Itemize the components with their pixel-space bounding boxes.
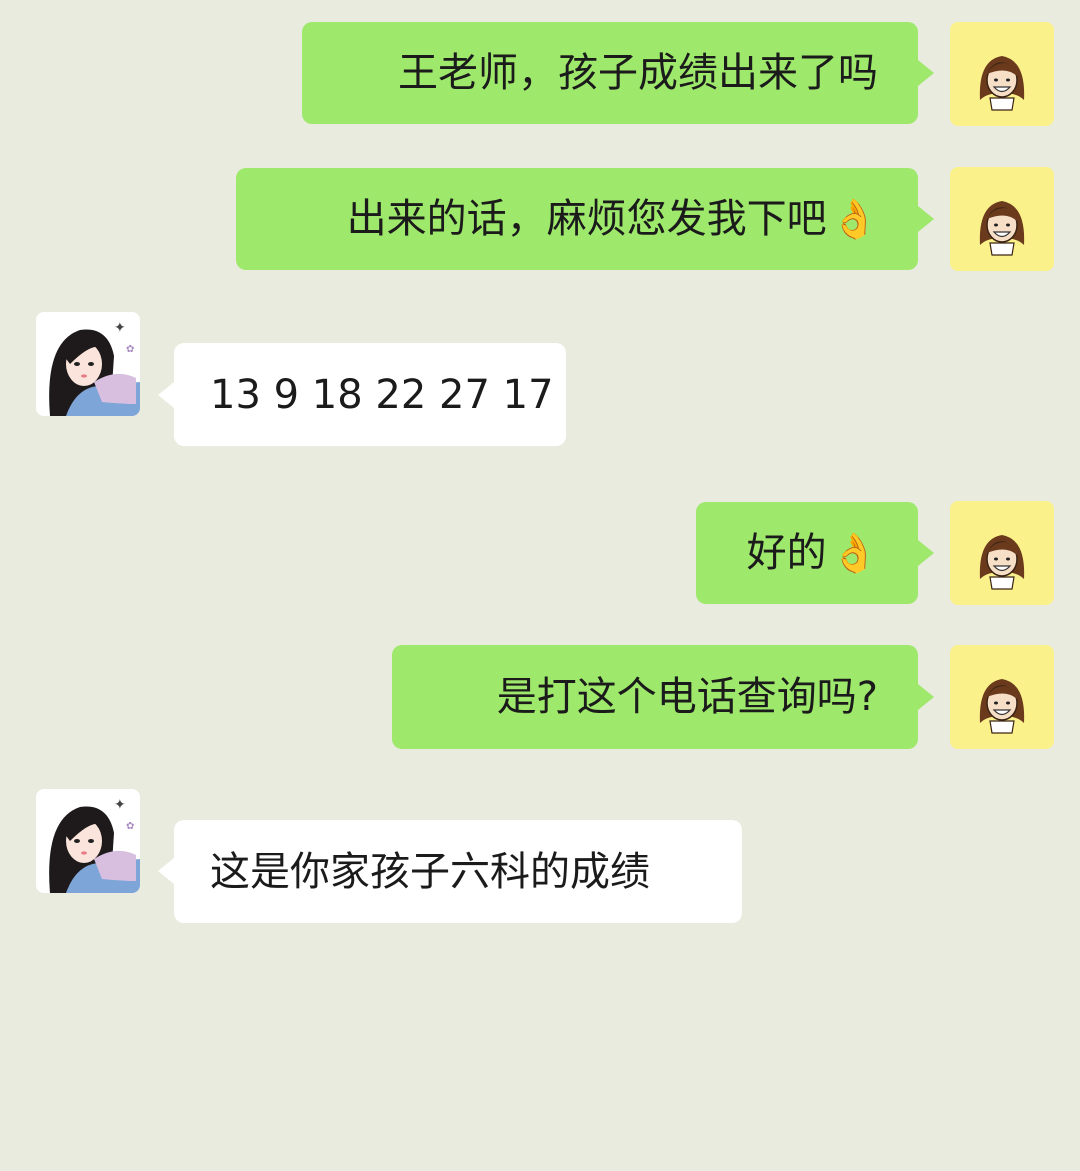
bubble-tail [158, 382, 174, 408]
svg-text:✦: ✦ [114, 797, 126, 813]
message-text: 好的 [746, 530, 827, 576]
bubble-tail [918, 206, 934, 232]
ok-hand-icon: 👌 [830, 197, 878, 241]
teacher-avatar[interactable]: ✦ ✿ [36, 312, 140, 416]
girl-avatar-icon [979, 56, 1025, 111]
ok-hand-icon: 👌 [830, 531, 878, 575]
svg-text:✦: ✦ [114, 320, 126, 336]
bubble-tail [918, 60, 934, 86]
my-avatar[interactable] [950, 645, 1054, 749]
message-text: 这是你家孩子六科的成绩 [210, 848, 650, 895]
message-bubble[interactable]: 王老师，孩子成绩出来了吗 [302, 22, 918, 124]
girl-avatar-icon [979, 535, 1025, 590]
message-bubble[interactable]: 13 9 18 22 27 17 [174, 343, 566, 446]
message-text: 13 9 18 22 27 17 [210, 371, 554, 418]
bubble-tail [918, 684, 934, 710]
teacher-avatar[interactable]: ✦ ✿ [36, 789, 140, 893]
bubble-tail [918, 540, 934, 566]
my-avatar[interactable] [950, 501, 1054, 605]
chat-area: 王老师，孩子成绩出来了吗 出来的话，麻烦您发我下吧 👌 ✦ ✿ 13 9 18 … [0, 0, 1080, 1171]
bubble-tail [158, 858, 174, 884]
girl-avatar-icon [979, 679, 1025, 734]
message-bubble[interactable]: 是打这个电话查询吗? [392, 645, 918, 749]
svg-text:✿: ✿ [126, 344, 134, 355]
message-text: 出来的话，麻烦您发我下吧 [346, 196, 827, 242]
message-bubble[interactable]: 出来的话，麻烦您发我下吧 👌 [236, 168, 918, 270]
message-bubble[interactable]: 这是你家孩子六科的成绩 [174, 820, 742, 923]
my-avatar[interactable] [950, 22, 1054, 126]
my-avatar[interactable] [950, 167, 1054, 271]
message-bubble[interactable]: 好的 👌 [696, 502, 918, 604]
message-text: 是打这个电话查询吗? [496, 674, 878, 720]
message-text: 王老师，孩子成绩出来了吗 [398, 50, 878, 96]
woman-avatar-icon: ✦ ✿ [49, 320, 140, 416]
girl-avatar-icon [979, 201, 1025, 256]
woman-avatar-icon: ✦ ✿ [49, 797, 140, 893]
svg-text:✿: ✿ [126, 821, 134, 832]
